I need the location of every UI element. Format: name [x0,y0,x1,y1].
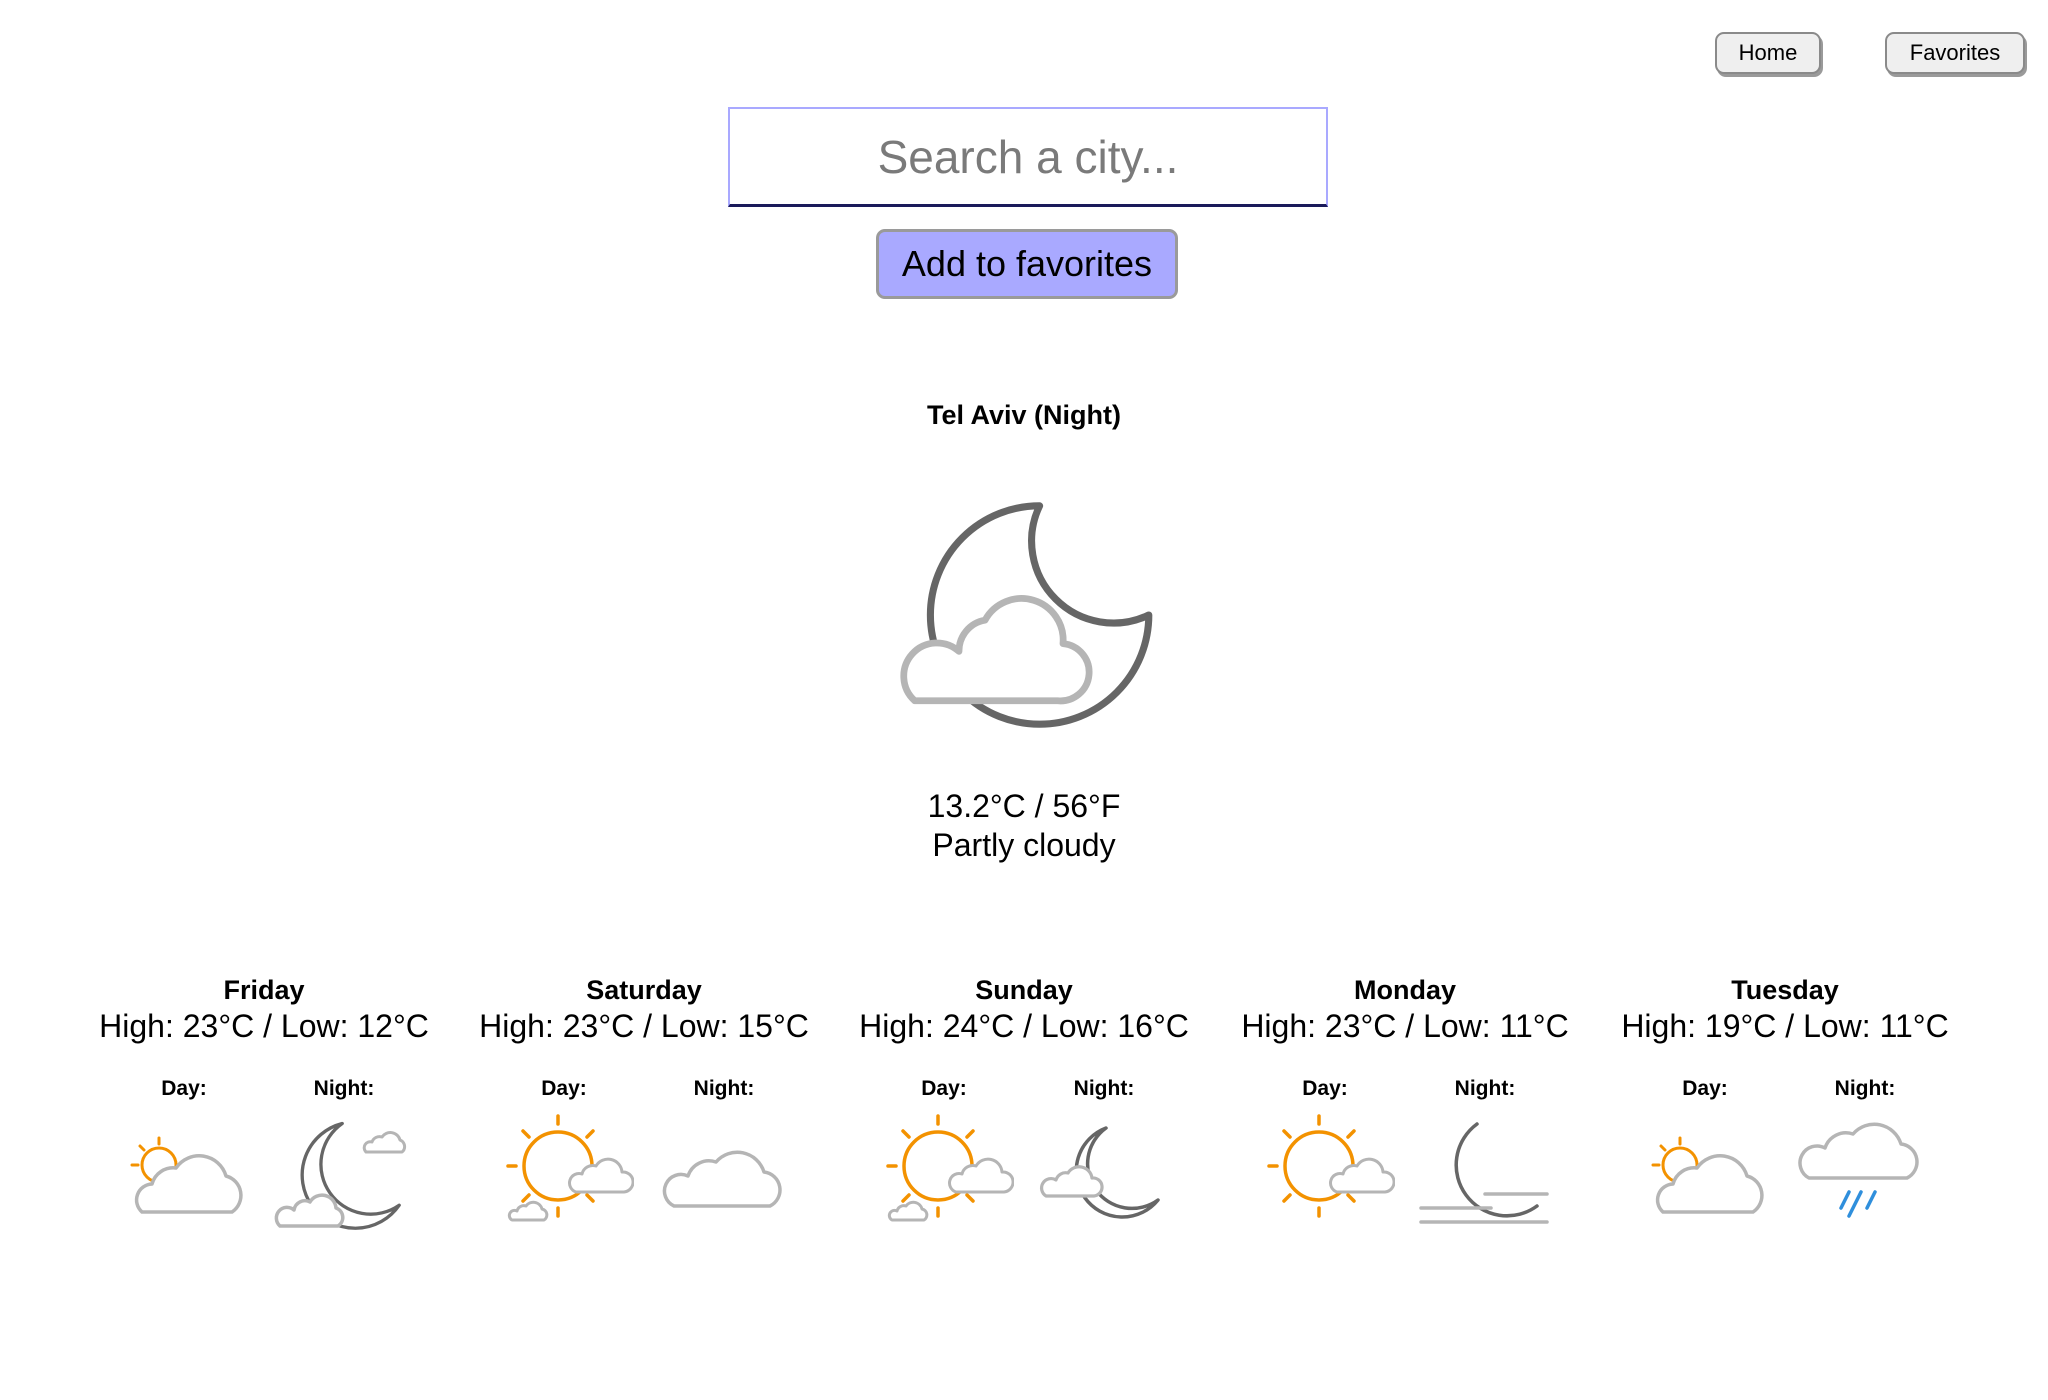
forecast-night-part: Night: [1029,1076,1179,1238]
moon-cloud-icon [1039,1126,1160,1219]
forecast-day: Tuesday High: 19°C / Low: 11°C Day: Nigh… [1595,970,1975,1276]
forecast-night-part: Night: [649,1076,799,1238]
current-condition: Partly cloudy [932,827,1116,863]
forecast-row: Friday High: 23°C / Low: 12°C Day: Night… [0,970,2048,1270]
rain-cloud-icon [1798,1122,1919,1218]
forecast-day-part: Day: [489,1076,639,1238]
day-label: Day: [161,1077,207,1100]
moon-clouds-icon [274,1121,407,1230]
current-weather: Tel Aviv (Night) 13.2°C / 56°F Partly cl… [0,395,2048,865]
night-label: Night: [693,1077,755,1100]
day-label: Day: [1682,1077,1728,1100]
forecast-day-name: Monday [1353,975,1456,1005]
forecast-day: Sunday High: 24°C / Low: 16°C Day: Night… [834,970,1214,1276]
forecast-high-low: High: 23°C / Low: 11°C [1241,1008,1569,1044]
forecast-day: Saturday High: 23°C / Low: 15°C Day: Nig… [454,970,834,1276]
forecast-day-name: Friday [223,975,305,1005]
forecast-day-name: Saturday [586,975,702,1005]
forecast-day-part: Day: [869,1076,1019,1238]
current-temperature: 13.2°C / 56°F [927,788,1121,824]
forecast-day-name: Tuesday [1731,975,1839,1005]
sun-behind-cloud-icon [130,1136,243,1214]
day-label: Day: [1302,1077,1348,1100]
forecast-night-part: Night: [269,1076,419,1238]
moon-fog-icon [1419,1122,1549,1224]
day-label: Day: [541,1077,587,1100]
home-button[interactable]: Home [1715,32,1821,74]
forecast-high-low: High: 19°C / Low: 11°C [1621,1008,1949,1044]
favorites-button[interactable]: Favorites [1885,32,2025,74]
forecast-day-name: Sunday [975,975,1073,1005]
moon-cloud-icon [900,502,1153,728]
forecast-high-low: High: 23°C / Low: 12°C [99,1008,429,1044]
forecast-high-low: High: 23°C / Low: 15°C [479,1008,809,1044]
night-label: Night: [1454,1077,1516,1100]
night-label: Night: [1834,1077,1896,1100]
forecast-high-low: High: 24°C / Low: 16°C [859,1008,1189,1044]
forecast-night-part: Night: [1790,1076,1940,1238]
city-search-input[interactable] [728,107,1328,207]
forecast-night-part: Night: [1410,1076,1560,1238]
sun-behind-cloud-icon [1651,1136,1764,1214]
sun-cloud-icon [506,1114,634,1222]
night-label: Night: [1073,1077,1135,1100]
sun-cloud-icon [886,1114,1014,1222]
sun-cloud-icon [1267,1114,1395,1218]
add-to-favorites-button[interactable]: Add to favorites [876,229,1178,299]
night-label: Night: [313,1077,375,1100]
current-city-title: Tel Aviv (Night) [927,400,1121,430]
forecast-day-part: Day: [1630,1076,1780,1238]
forecast-day: Friday High: 23°C / Low: 12°C Day: Night… [74,970,454,1276]
forecast-day-part: Day: [1250,1076,1400,1238]
forecast-day: Monday High: 23°C / Low: 11°C Day: Night… [1215,970,1595,1276]
day-label: Day: [921,1077,967,1100]
cloud-icon [662,1150,782,1208]
forecast-day-part: Day: [109,1076,259,1238]
